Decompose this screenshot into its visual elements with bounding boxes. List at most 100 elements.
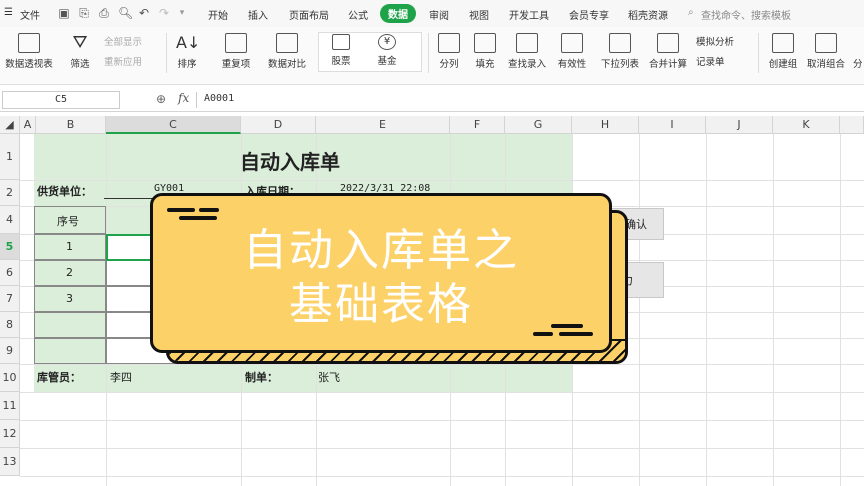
seq-cell[interactable]: [34, 338, 106, 364]
consolidate-icon: [657, 33, 679, 53]
function-icon[interactable]: fx: [178, 91, 189, 105]
row-header-12[interactable]: 12: [0, 420, 20, 448]
search-icon[interactable]: ⌕: [688, 7, 694, 18]
sort-button[interactable]: A↓ 排序: [170, 33, 204, 70]
tab-view[interactable]: 视图: [469, 7, 489, 22]
column-header-f[interactable]: F: [450, 116, 505, 134]
validity-icon: [561, 33, 583, 53]
filter-button[interactable]: ⛛ 筛选: [62, 32, 98, 71]
row-header-13[interactable]: 13: [0, 448, 20, 476]
tab-formulas[interactable]: 公式: [348, 7, 368, 22]
undo-icon[interactable]: ↶: [138, 7, 150, 19]
fill-button[interactable]: 填充: [468, 33, 502, 70]
column-header-e[interactable]: E: [316, 116, 450, 134]
zoom-icon[interactable]: ⊕: [156, 92, 166, 106]
column-header-j[interactable]: J: [706, 116, 773, 134]
row-header-10[interactable]: 10: [0, 364, 20, 392]
data-compare-button[interactable]: 数据对比: [262, 33, 312, 70]
ungroup-icon: [815, 33, 837, 53]
column-header-h[interactable]: H: [572, 116, 639, 134]
validity-button[interactable]: 有效性: [554, 33, 590, 70]
ribbon-divider: [428, 33, 429, 73]
row-header-4[interactable]: 4: [0, 206, 20, 234]
duplicates-icon: [225, 33, 247, 53]
row-header-1[interactable]: 1: [0, 134, 20, 180]
seq-cell[interactable]: [34, 312, 106, 338]
row-header-9[interactable]: 9: [0, 338, 20, 364]
sort-icon: A↓: [176, 33, 201, 52]
tab-data[interactable]: 数据: [380, 4, 416, 23]
command-search-input[interactable]: 查找命令、搜索模板: [701, 7, 791, 22]
column-header-c[interactable]: C: [106, 116, 241, 134]
more-ribbon-button[interactable]: 分: [853, 56, 863, 70]
record-sheet-button[interactable]: 记录单: [696, 54, 725, 68]
dash-decoration: [559, 332, 593, 336]
consolidate-button[interactable]: 合并计算: [646, 33, 690, 70]
pivot-table-icon: [18, 33, 40, 53]
formula-input[interactable]: A0001: [204, 93, 234, 104]
row-header-2[interactable]: 2: [0, 180, 20, 206]
print-preview-icon[interactable]: 🔍︎: [118, 7, 133, 19]
fund-button[interactable]: ¥ 基金: [370, 34, 404, 67]
group-icon: [772, 33, 794, 53]
column-header-next[interactable]: [840, 116, 864, 134]
column-header-k[interactable]: K: [773, 116, 840, 134]
overlay-title: 自动入库单之 基础表格: [153, 224, 609, 332]
row-header-8[interactable]: 8: [0, 312, 20, 338]
dash-decoration: [551, 324, 583, 328]
formula-divider: [196, 92, 197, 108]
column-header-b[interactable]: B: [36, 116, 106, 134]
seq-header: 序号: [57, 215, 79, 228]
tab-member[interactable]: 会员专享: [569, 7, 609, 22]
hamburger-menu-icon[interactable]: ☰: [4, 7, 13, 18]
supplier-label: 供货单位：: [37, 185, 92, 198]
column-header-g[interactable]: G: [505, 116, 572, 134]
file-menu[interactable]: 文件: [20, 7, 40, 22]
seq-value: 2: [66, 266, 73, 279]
duplicates-button[interactable]: 重复项: [214, 33, 258, 70]
overlay-title-line-2: 基础表格: [289, 279, 473, 330]
column-header-d[interactable]: D: [241, 116, 316, 134]
tab-docer[interactable]: 稻壳资源: [628, 7, 668, 22]
split-column-button[interactable]: 分列: [434, 33, 464, 70]
dropdown-list-icon: [609, 33, 631, 53]
fill-down-icon: [474, 33, 496, 53]
stock-button[interactable]: 股票: [324, 34, 358, 67]
confirm-button-label: 确认: [625, 218, 647, 231]
tab-home[interactable]: 开始: [208, 7, 228, 22]
keeper-value[interactable]: 李四: [110, 369, 132, 385]
keeper-label: 库管员：: [37, 371, 81, 384]
export-pdf-icon[interactable]: ⎘: [78, 7, 90, 19]
what-if-analysis-button[interactable]: 模拟分析: [696, 34, 734, 48]
tab-developer[interactable]: 开发工具: [509, 7, 549, 22]
grid-line: [20, 392, 864, 393]
column-header-i[interactable]: I: [639, 116, 706, 134]
save-icon[interactable]: ▣: [58, 7, 70, 19]
select-all-corner[interactable]: ◢: [0, 116, 20, 134]
print-icon[interactable]: ⎙: [98, 7, 110, 19]
grid-line: [20, 476, 864, 477]
tab-page-layout[interactable]: 页面布局: [289, 7, 329, 22]
chevron-down-icon[interactable]: ▾: [176, 7, 188, 19]
name-box[interactable]: C5: [2, 91, 120, 109]
row-header-11[interactable]: 11: [0, 392, 20, 420]
seq-value: 1: [66, 240, 73, 253]
overlay-title-line-1: 自动入库单之: [243, 225, 519, 276]
tab-review[interactable]: 审阅: [429, 7, 449, 22]
tab-insert[interactable]: 插入: [248, 7, 268, 22]
column-header-a[interactable]: A: [20, 116, 36, 134]
ungroup-button[interactable]: 取消组合: [804, 33, 848, 70]
filter-icon: ⛛: [72, 32, 88, 53]
row-header-6[interactable]: 6: [0, 260, 20, 286]
row-header-7[interactable]: 7: [0, 286, 20, 312]
show-all-button[interactable]: 全部显示: [104, 34, 142, 48]
row-header-5[interactable]: 5: [0, 234, 20, 260]
reapply-button[interactable]: 重新应用: [104, 54, 142, 68]
grid-line: [639, 134, 640, 486]
dropdown-list-button[interactable]: 下拉列表: [598, 33, 642, 70]
create-group-button[interactable]: 创建组: [764, 33, 802, 70]
pivot-table-button[interactable]: 数据透视表: [2, 33, 56, 70]
maker-value[interactable]: 张飞: [318, 369, 340, 385]
redo-icon[interactable]: ↷: [158, 7, 170, 19]
lookup-entry-button[interactable]: 查找录入: [506, 33, 548, 70]
